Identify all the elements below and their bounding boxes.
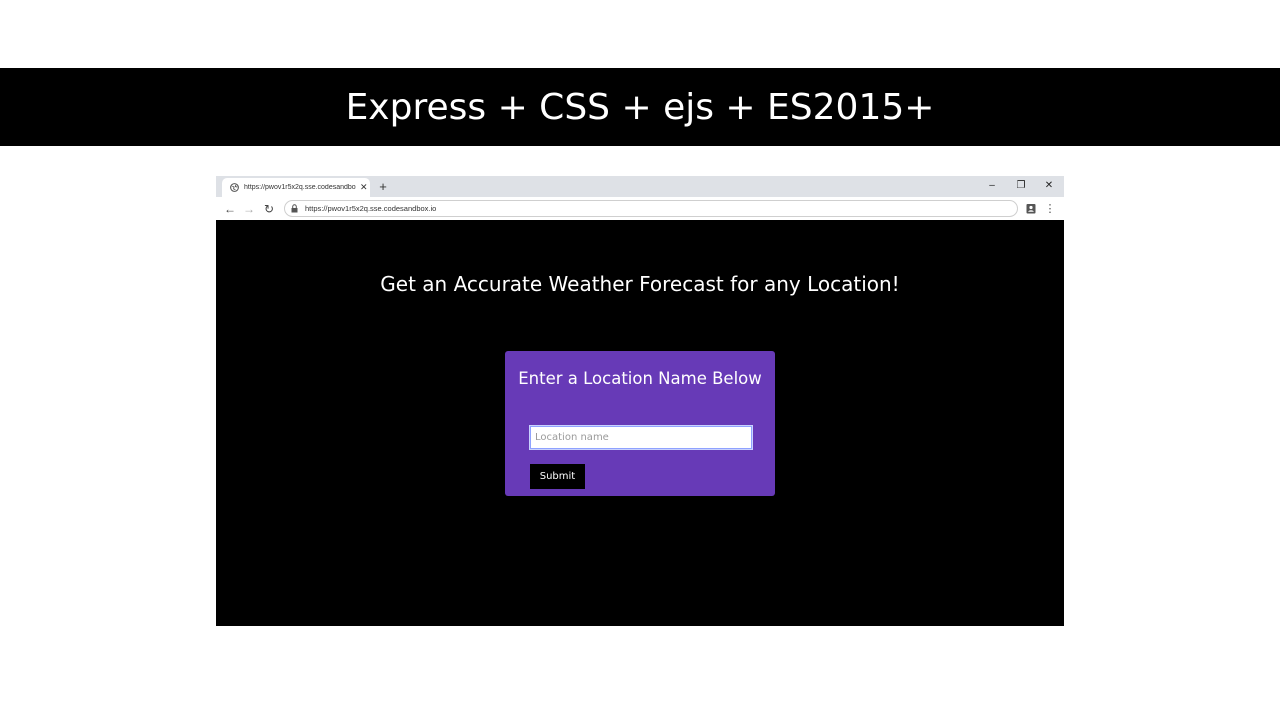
close-window-button[interactable]: ✕	[1035, 176, 1063, 194]
page-heading: Get an Accurate Weather Forecast for any…	[380, 272, 900, 296]
tab-close-icon[interactable]: ✕	[360, 183, 368, 192]
globe-icon	[229, 183, 239, 193]
forward-button[interactable]: →	[241, 201, 257, 217]
lock-icon	[291, 204, 299, 213]
location-input[interactable]	[529, 425, 753, 450]
minimize-button[interactable]: –	[978, 176, 1006, 194]
browser-tab[interactable]: https://pwov1r5x2q.sse.codesandbox.io ✕	[222, 178, 370, 197]
slide-title: Express + CSS + ejs + ES2015+	[345, 86, 935, 128]
tab-strip: https://pwov1r5x2q.sse.codesandbox.io ✕ …	[216, 176, 1064, 197]
restore-button[interactable]: ❐	[1007, 176, 1035, 194]
address-url: https://pwov1r5x2q.sse.codesandbox.io	[305, 204, 437, 213]
page-viewport: Get an Accurate Weather Forecast for any…	[216, 220, 1064, 626]
browser-window: https://pwov1r5x2q.sse.codesandbox.io ✕ …	[216, 176, 1064, 626]
back-button[interactable]: ←	[222, 201, 238, 217]
submit-button[interactable]: Submit	[530, 464, 585, 489]
address-bar[interactable]: https://pwov1r5x2q.sse.codesandbox.io	[284, 200, 1018, 217]
location-form-card: Enter a Location Name Below Submit	[505, 351, 775, 496]
card-title: Enter a Location Name Below	[518, 369, 762, 388]
new-tab-button[interactable]: +	[376, 179, 390, 193]
profile-icon[interactable]	[1024, 201, 1038, 216]
slide: Express + CSS + ejs + ES2015+ https://pw…	[0, 0, 1280, 720]
browser-toolbar: ← → ↻ https://pwov1r5x2q.sse.codesandbox…	[216, 197, 1064, 220]
browser-menu-icon[interactable]: ⋮	[1043, 201, 1057, 216]
reload-button[interactable]: ↻	[261, 201, 277, 217]
slide-title-bar: Express + CSS + ejs + ES2015+	[0, 68, 1280, 146]
tab-title: https://pwov1r5x2q.sse.codesandbox.io	[244, 184, 356, 191]
